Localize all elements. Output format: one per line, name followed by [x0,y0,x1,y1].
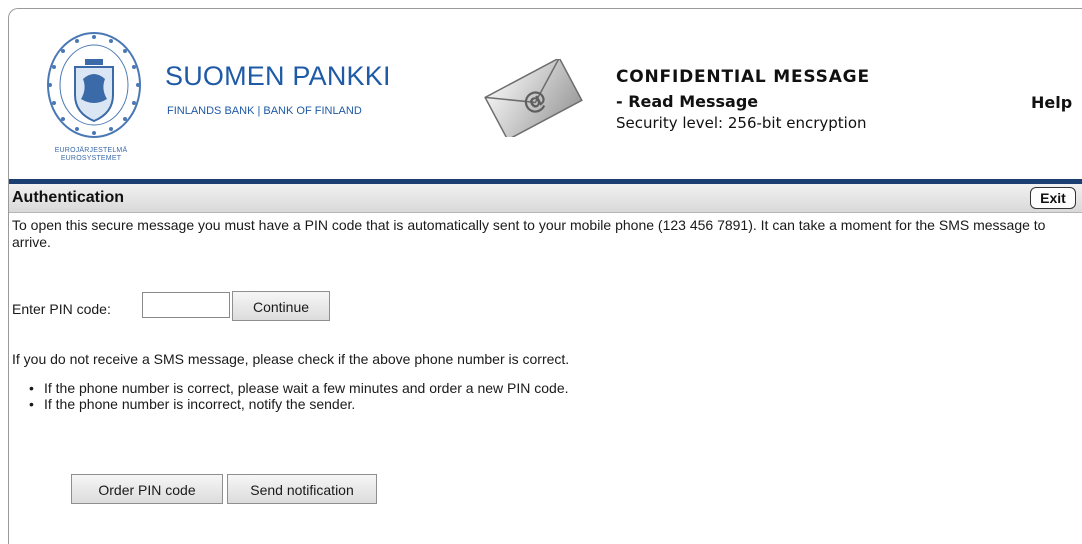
list-item-text: If the phone number is incorrect, notify… [44,396,356,412]
help-link[interactable]: Help [1031,93,1072,112]
list-item: • If the phone number is correct, please … [29,380,569,396]
pin-input[interactable] [142,292,230,318]
security-level: Security level: 256-bit encryption [616,114,867,132]
brand-name: SUOMEN PANKKI [165,61,391,91]
list-item-text: If the phone number is correct, please w… [44,380,569,396]
authentication-title: Authentication [12,189,124,206]
list-item: • If the phone number is incorrect, notif… [29,396,569,412]
seal-caption-line2: EUROSYSTEMET [60,155,122,162]
bullet-icon: • [29,380,34,396]
sms-notice: If you do not receive a SMS message, ple… [12,351,570,367]
seal-caption-line1: EUROJÄRJESTELMÄ [54,147,128,154]
bullet-icon: • [29,396,34,412]
send-notification-button[interactable]: Send notification [227,474,377,504]
authentication-bar: Authentication Exit [9,184,1082,213]
continue-button[interactable]: Continue [232,291,330,321]
bank-seal-icon [47,32,141,138]
confidential-subtitle: - Read Message [616,92,759,111]
header: EUROJÄRJESTELMÄ EUROSYSTEMET SUOMEN PANK… [9,9,1082,179]
exit-button[interactable]: Exit [1030,187,1076,209]
seal-caption: EUROJÄRJESTELMÄ EUROSYSTEMET [41,147,141,163]
pin-label: Enter PIN code: [12,301,111,317]
email-envelope-icon: @ [484,59,583,137]
brand-subtitle: FINLANDS BANK | BANK OF FINLAND [167,105,362,117]
intro-text: To open this secure message you must hav… [12,217,1046,250]
help-list: • If the phone number is correct, please … [29,380,569,412]
order-pin-button[interactable]: Order PIN code [71,474,223,504]
page-frame: EUROJÄRJESTELMÄ EUROSYSTEMET SUOMEN PANK… [8,8,1082,544]
confidential-title: CONFIDENTIAL MESSAGE [616,67,870,87]
